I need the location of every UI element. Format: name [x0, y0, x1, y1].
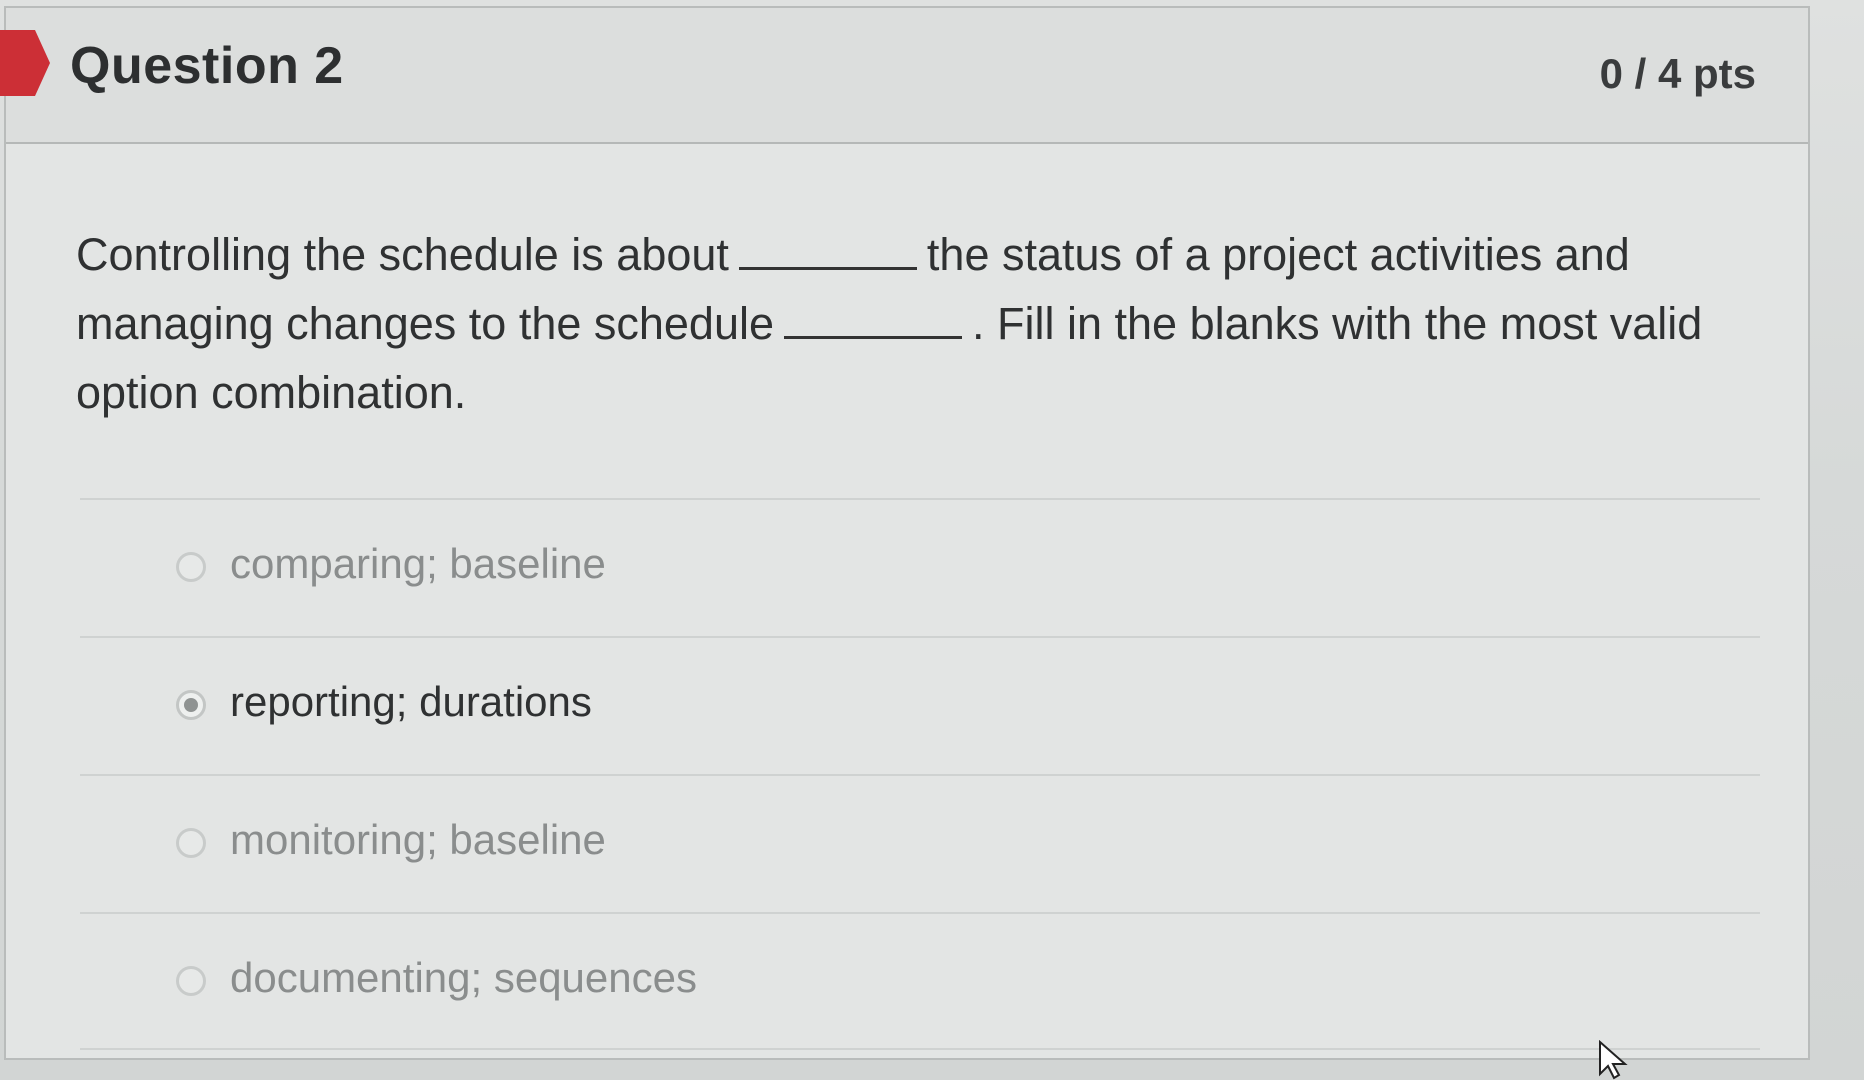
answer-list: comparing; baseline reporting; durations…: [80, 498, 1760, 1050]
answer-option-3[interactable]: monitoring; baseline: [80, 774, 1760, 912]
answer-label[interactable]: monitoring; baseline: [230, 816, 606, 864]
screen: Question 2 0 / 4 pts Controlling the sch…: [0, 0, 1864, 1080]
radio-button-selected[interactable]: [176, 690, 206, 720]
answer-option-4[interactable]: documenting; sequences: [80, 912, 1760, 1050]
radio-button[interactable]: [176, 966, 206, 996]
question-points: 0 / 4 pts: [1599, 50, 1756, 97]
answer-label[interactable]: comparing; baseline: [230, 540, 606, 588]
answer-option-2[interactable]: reporting; durations: [80, 636, 1760, 774]
blank-1: [738, 221, 917, 270]
radio-button[interactable]: [176, 552, 206, 582]
question-card: Question 2 0 / 4 pts Controlling the sch…: [0, 6, 1810, 1060]
question-title: Question 2: [70, 37, 344, 95]
question-header: Question 2 0 / 4 pts: [0, 8, 1808, 144]
blank-2: [784, 290, 963, 339]
answer-label[interactable]: reporting; durations: [230, 678, 592, 726]
question-text-part-1: Controlling the schedule is about: [76, 229, 729, 280]
answer-label[interactable]: documenting; sequences: [230, 954, 697, 1002]
answer-option-1[interactable]: comparing; baseline: [80, 498, 1760, 636]
radio-button[interactable]: [176, 828, 206, 858]
flag-marker-icon[interactable]: [0, 30, 50, 96]
question-text: Controlling the schedule is about the sta…: [76, 220, 1756, 427]
mouse-pointer-icon: [1599, 1040, 1628, 1080]
